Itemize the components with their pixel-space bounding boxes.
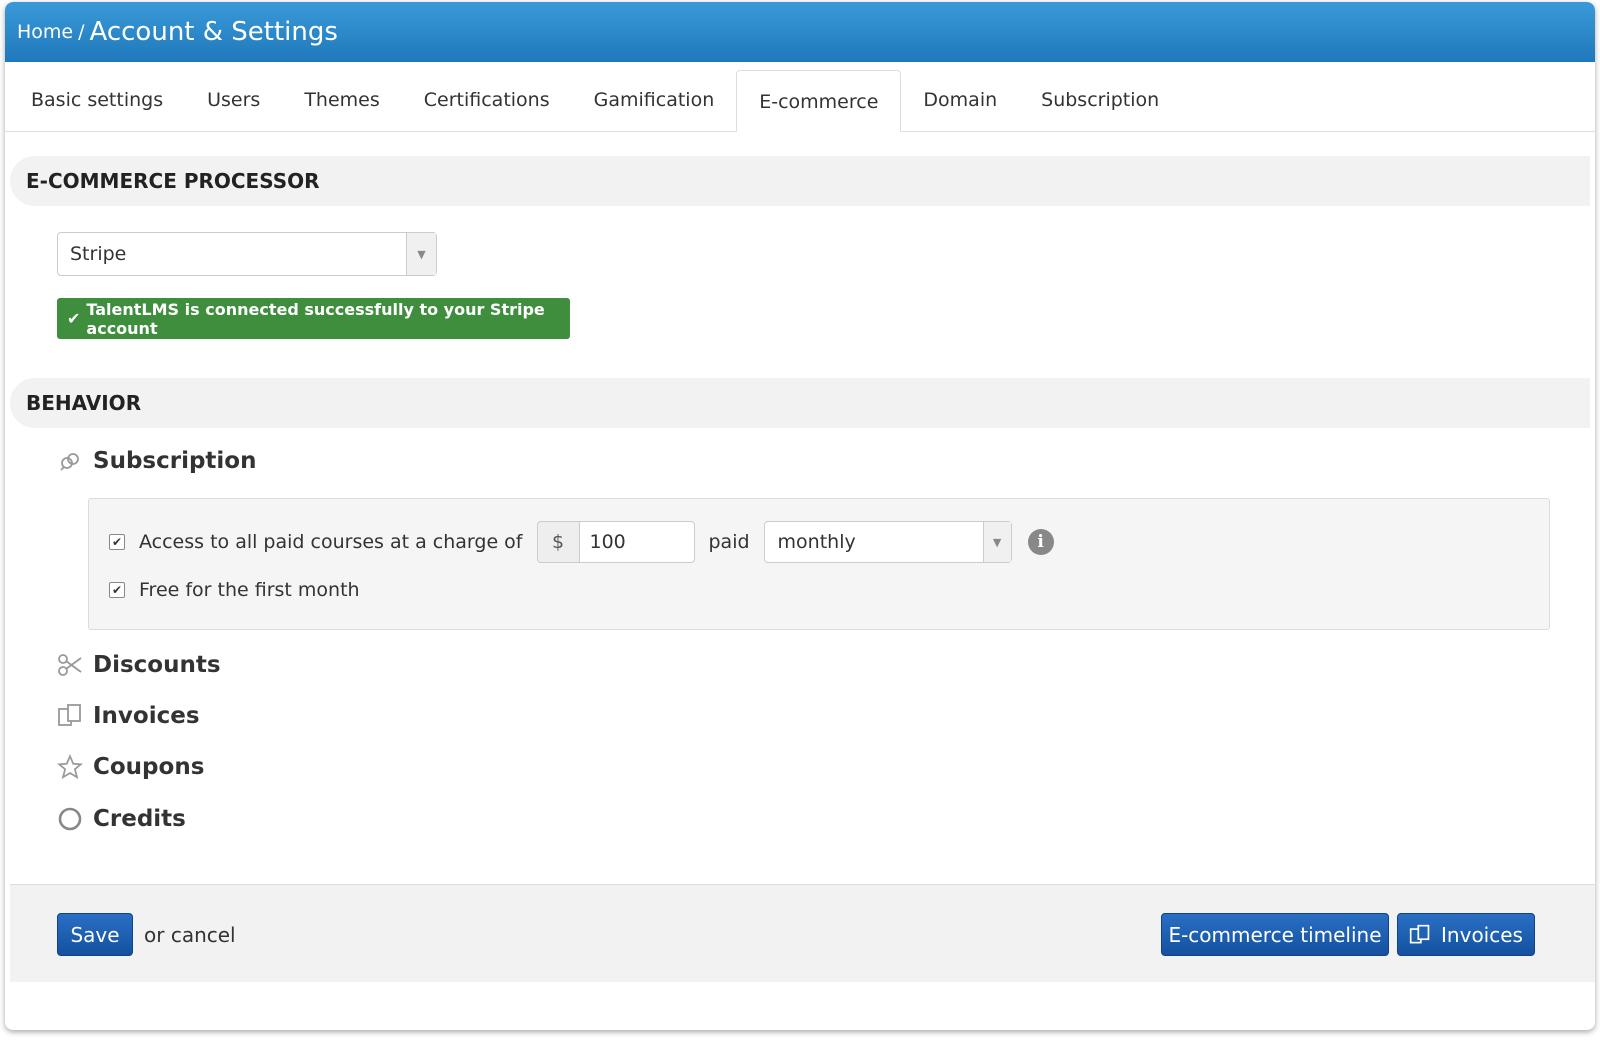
connection-success-text: TalentLMS is connected successfully to y… [86,299,545,338]
period-select-value: monthly [777,531,856,553]
paid-label: paid [708,531,750,553]
link-icon [57,448,83,474]
amount-input[interactable] [578,521,695,563]
breadcrumb-separator: / [78,21,85,43]
credits-title: Credits [93,806,186,832]
chevron-down-icon: ▼ [982,522,1011,562]
copy-icon [1409,924,1431,946]
scissors-icon [57,652,83,678]
connection-success-badge: ✔ TalentLMS is connected successfully to… [57,298,570,339]
settings-card: Home / Account & Settings Basic settings… [5,2,1595,1030]
save-button[interactable]: Save [57,913,133,956]
star-icon [57,754,83,780]
discounts-title: Discounts [93,652,221,678]
invoices-title: Invoices [93,703,200,729]
discounts-option[interactable]: Discounts [57,652,221,678]
credits-option[interactable]: Credits [57,806,186,832]
invoices-button[interactable]: Invoices [1397,913,1535,956]
access-checkbox[interactable]: ✔ [109,534,125,550]
processor-select[interactable]: Stripe ▼ [57,232,437,276]
free-month-row: ✔ Free for the first month [109,579,360,601]
subscription-title: Subscription [93,448,257,474]
processor-select-value: Stripe [70,243,127,265]
ecommerce-timeline-button[interactable]: E-commerce timeline [1161,913,1389,956]
checkmark-icon: ✔ [67,309,81,328]
tab-users[interactable]: Users [185,69,282,131]
access-label: Access to all paid courses at a charge o… [139,531,523,553]
tab-subscription[interactable]: Subscription [1019,69,1181,131]
info-icon[interactable]: i [1027,529,1054,555]
cancel-group: or cancel [144,923,236,947]
period-select[interactable]: monthly ▼ [763,521,1012,563]
invoices-option[interactable]: Invoices [57,703,200,729]
chevron-down-icon: ▼ [406,233,436,275]
tab-domain[interactable]: Domain [901,69,1019,131]
tab-certifications[interactable]: Certifications [402,69,572,131]
circle-icon [57,806,83,832]
invoices-button-label: Invoices [1441,922,1523,947]
page-title: Account & Settings [89,17,338,47]
tab-e-commerce[interactable]: E-commerce [736,70,902,132]
free-month-checkbox[interactable]: ✔ [109,582,125,598]
tab-gamification[interactable]: Gamification [572,69,737,131]
cancel-link[interactable]: cancel [171,923,236,947]
breadcrumb-home-link[interactable]: Home [17,21,73,43]
settings-tabs: Basic settings Users Themes Certificatio… [5,62,1595,132]
behavior-section-heading: BEHAVIOR [10,378,1590,428]
header-bar: Home / Account & Settings [5,2,1595,62]
subscription-option[interactable]: Subscription [57,448,256,474]
copy-icon [57,703,83,729]
processor-section-heading: E-COMMERCE PROCESSOR [10,156,1590,206]
or-text: or [144,923,165,947]
amount-input-group: $ [536,521,695,563]
tab-themes[interactable]: Themes [282,69,401,131]
form-footer: Save or cancel E-commerce timeline Invoi… [10,884,1595,982]
access-row: ✔ Access to all paid courses at a charge… [109,521,1054,563]
coupons-option[interactable]: Coupons [57,754,204,780]
free-month-label: Free for the first month [139,579,360,601]
coupons-title: Coupons [93,754,205,780]
tab-basic-settings[interactable]: Basic settings [9,69,185,131]
subscription-panel: ✔ Access to all paid courses at a charge… [88,498,1550,630]
currency-addon: $ [536,521,579,563]
